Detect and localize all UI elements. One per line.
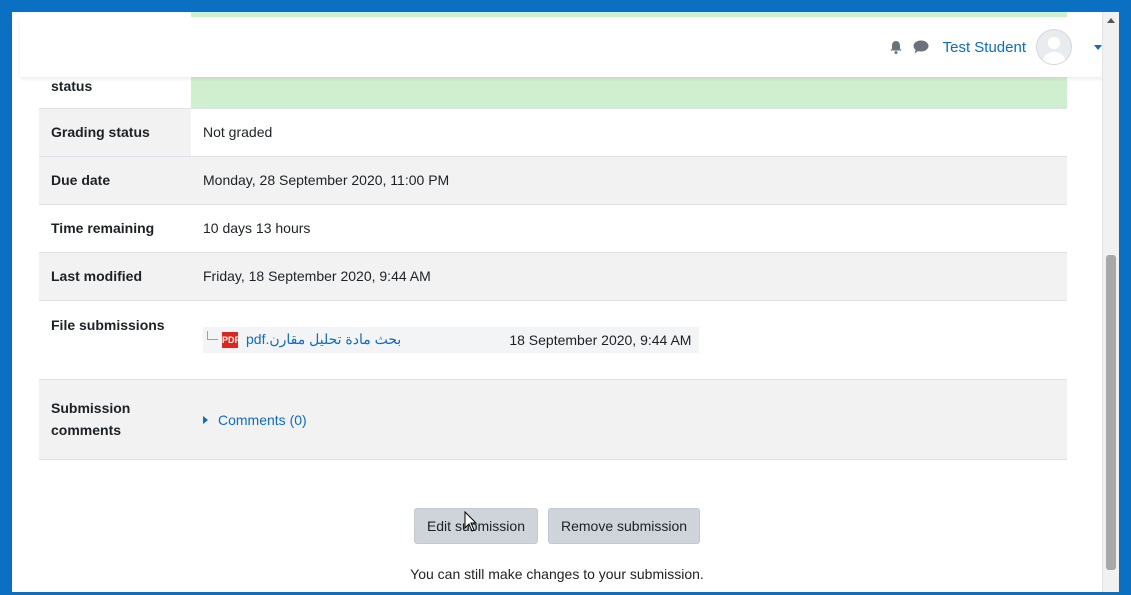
top-navbar: Test Student	[20, 17, 1114, 77]
row-label: Due date	[39, 156, 191, 205]
scroll-up-arrow-icon[interactable]	[1107, 18, 1115, 23]
submission-actions: Edit submission Remove submission	[12, 508, 1102, 544]
table-row: Last modified Friday, 18 September 2020,…	[39, 252, 1067, 301]
comments-link[interactable]: Comments (0)	[218, 412, 307, 428]
table-row: Submission comments Comments (0)	[39, 379, 1067, 460]
file-tree-item: PDF بحث مادة تحليل مقارن.pdf 18 Septembe…	[203, 326, 700, 353]
mouse-cursor-icon	[464, 510, 478, 536]
submission-status-table: status Grading status Not graded Due dat…	[39, 12, 1067, 460]
row-value: Not graded	[191, 108, 1067, 157]
row-value: 10 days 13 hours	[191, 204, 1067, 253]
comments-toggle[interactable]: Comments (0)	[203, 412, 307, 428]
table-row: Time remaining 10 days 13 hours	[39, 204, 1067, 253]
tree-connector	[207, 331, 218, 340]
row-label: Time remaining	[39, 204, 191, 253]
row-value: Monday, 28 September 2020, 11:00 PM	[191, 156, 1067, 205]
pdf-file-icon: PDF	[222, 331, 240, 348]
file-submissions-cell: PDF بحث مادة تحليل مقارن.pdf 18 Septembe…	[191, 300, 1067, 380]
bell-icon[interactable]	[889, 40, 903, 54]
caret-right-icon	[203, 415, 208, 424]
vertical-scrollbar[interactable]	[1102, 12, 1119, 592]
table-row: Due date Monday, 28 September 2020, 11:0…	[39, 156, 1067, 205]
scroll-thumb[interactable]	[1106, 255, 1116, 570]
table-row: Grading status Not graded	[39, 108, 1067, 157]
row-label: File submissions	[39, 300, 191, 380]
chat-icon[interactable]	[913, 40, 929, 54]
user-name[interactable]: Test Student	[943, 39, 1026, 56]
row-label: Last modified	[39, 252, 191, 301]
row-label: Grading status	[39, 108, 191, 157]
browser-viewport: Test Student status Grading status Not g…	[12, 12, 1119, 592]
table-row: File submissions PDF بحث مادة تحليل مقار…	[39, 300, 1067, 380]
user-menu-area: Test Student	[889, 17, 1102, 77]
chevron-down-icon[interactable]	[1094, 44, 1102, 50]
submission-note: You can still make changes to your submi…	[410, 566, 704, 582]
file-link[interactable]: بحث مادة تحليل مقارن.pdf	[246, 331, 401, 348]
row-value: Friday, 18 September 2020, 9:44 AM	[191, 252, 1067, 301]
row-label: Submission comments	[39, 379, 191, 460]
file-date: 18 September 2020, 9:44 AM	[509, 331, 692, 348]
comments-cell: Comments (0)	[191, 379, 1067, 460]
avatar[interactable]	[1036, 29, 1072, 65]
remove-submission-button[interactable]: Remove submission	[547, 508, 701, 544]
